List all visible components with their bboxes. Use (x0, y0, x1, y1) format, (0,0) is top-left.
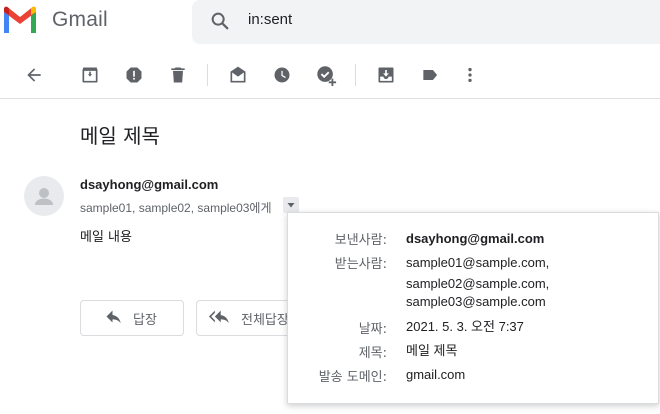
mailed-by-label: 발송 도메인: (318, 370, 387, 385)
to-value-1: sample01@sample.com, (406, 255, 550, 270)
recipients-line: sample01, sample02, sample03에게 (80, 201, 272, 215)
archive-icon[interactable] (79, 64, 101, 86)
from-label: 보낸사람: (334, 233, 387, 248)
subject-value: 메일 제목 (406, 343, 458, 358)
show-details-button[interactable] (283, 197, 299, 213)
email-subject: 메일 제목 (80, 124, 160, 148)
mailed-by-value: gmail.com (406, 367, 466, 382)
reply-all-label: 전체답장 (241, 312, 289, 328)
to-label: 받는사람: (334, 257, 387, 272)
default-avatar-icon (35, 188, 53, 205)
reply-icon (106, 310, 121, 324)
toolbar-divider (207, 64, 208, 86)
add-to-tasks-icon[interactable] (315, 64, 337, 86)
date-label: 날짜: (358, 322, 387, 337)
avatar[interactable] (24, 176, 64, 216)
snooze-icon[interactable] (271, 64, 293, 86)
email-body: 메일 내용 (80, 230, 132, 245)
mark-unread-icon[interactable] (227, 64, 249, 86)
label-icon[interactable] (419, 64, 441, 86)
report-spam-icon[interactable] (123, 64, 145, 86)
reply-button[interactable]: 답장 (80, 300, 184, 336)
toolbar-bottom-divider (0, 98, 660, 99)
from-value: dsayhong@gmail.com (406, 231, 545, 246)
gmail-logo-icon[interactable] (2, 6, 38, 34)
date-value: 2021. 5. 3. 오전 7:37 (406, 319, 524, 334)
delete-icon[interactable] (167, 64, 189, 86)
to-value-3: sample03@sample.com (406, 294, 546, 309)
reply-all-icon (209, 310, 229, 324)
app-name: Gmail (52, 8, 108, 31)
back-icon[interactable] (23, 64, 45, 86)
more-icon[interactable] (459, 64, 481, 86)
subject-label: 제목: (358, 346, 387, 361)
search-bar[interactable]: in:sent (192, 0, 660, 44)
toolbar-divider (355, 64, 356, 86)
reply-label: 답장 (133, 312, 157, 328)
top-bar: Gmail in:sent (0, 0, 660, 46)
search-input[interactable]: in:sent (248, 11, 292, 28)
message-details-popup: 보낸사람: dsayhong@gmail.com 받는사람: sample01@… (287, 212, 659, 404)
caret-down-icon (287, 203, 295, 208)
sender-email: dsayhong@gmail.com (80, 177, 219, 192)
search-icon[interactable] (209, 10, 231, 32)
move-to-icon[interactable] (375, 64, 397, 86)
